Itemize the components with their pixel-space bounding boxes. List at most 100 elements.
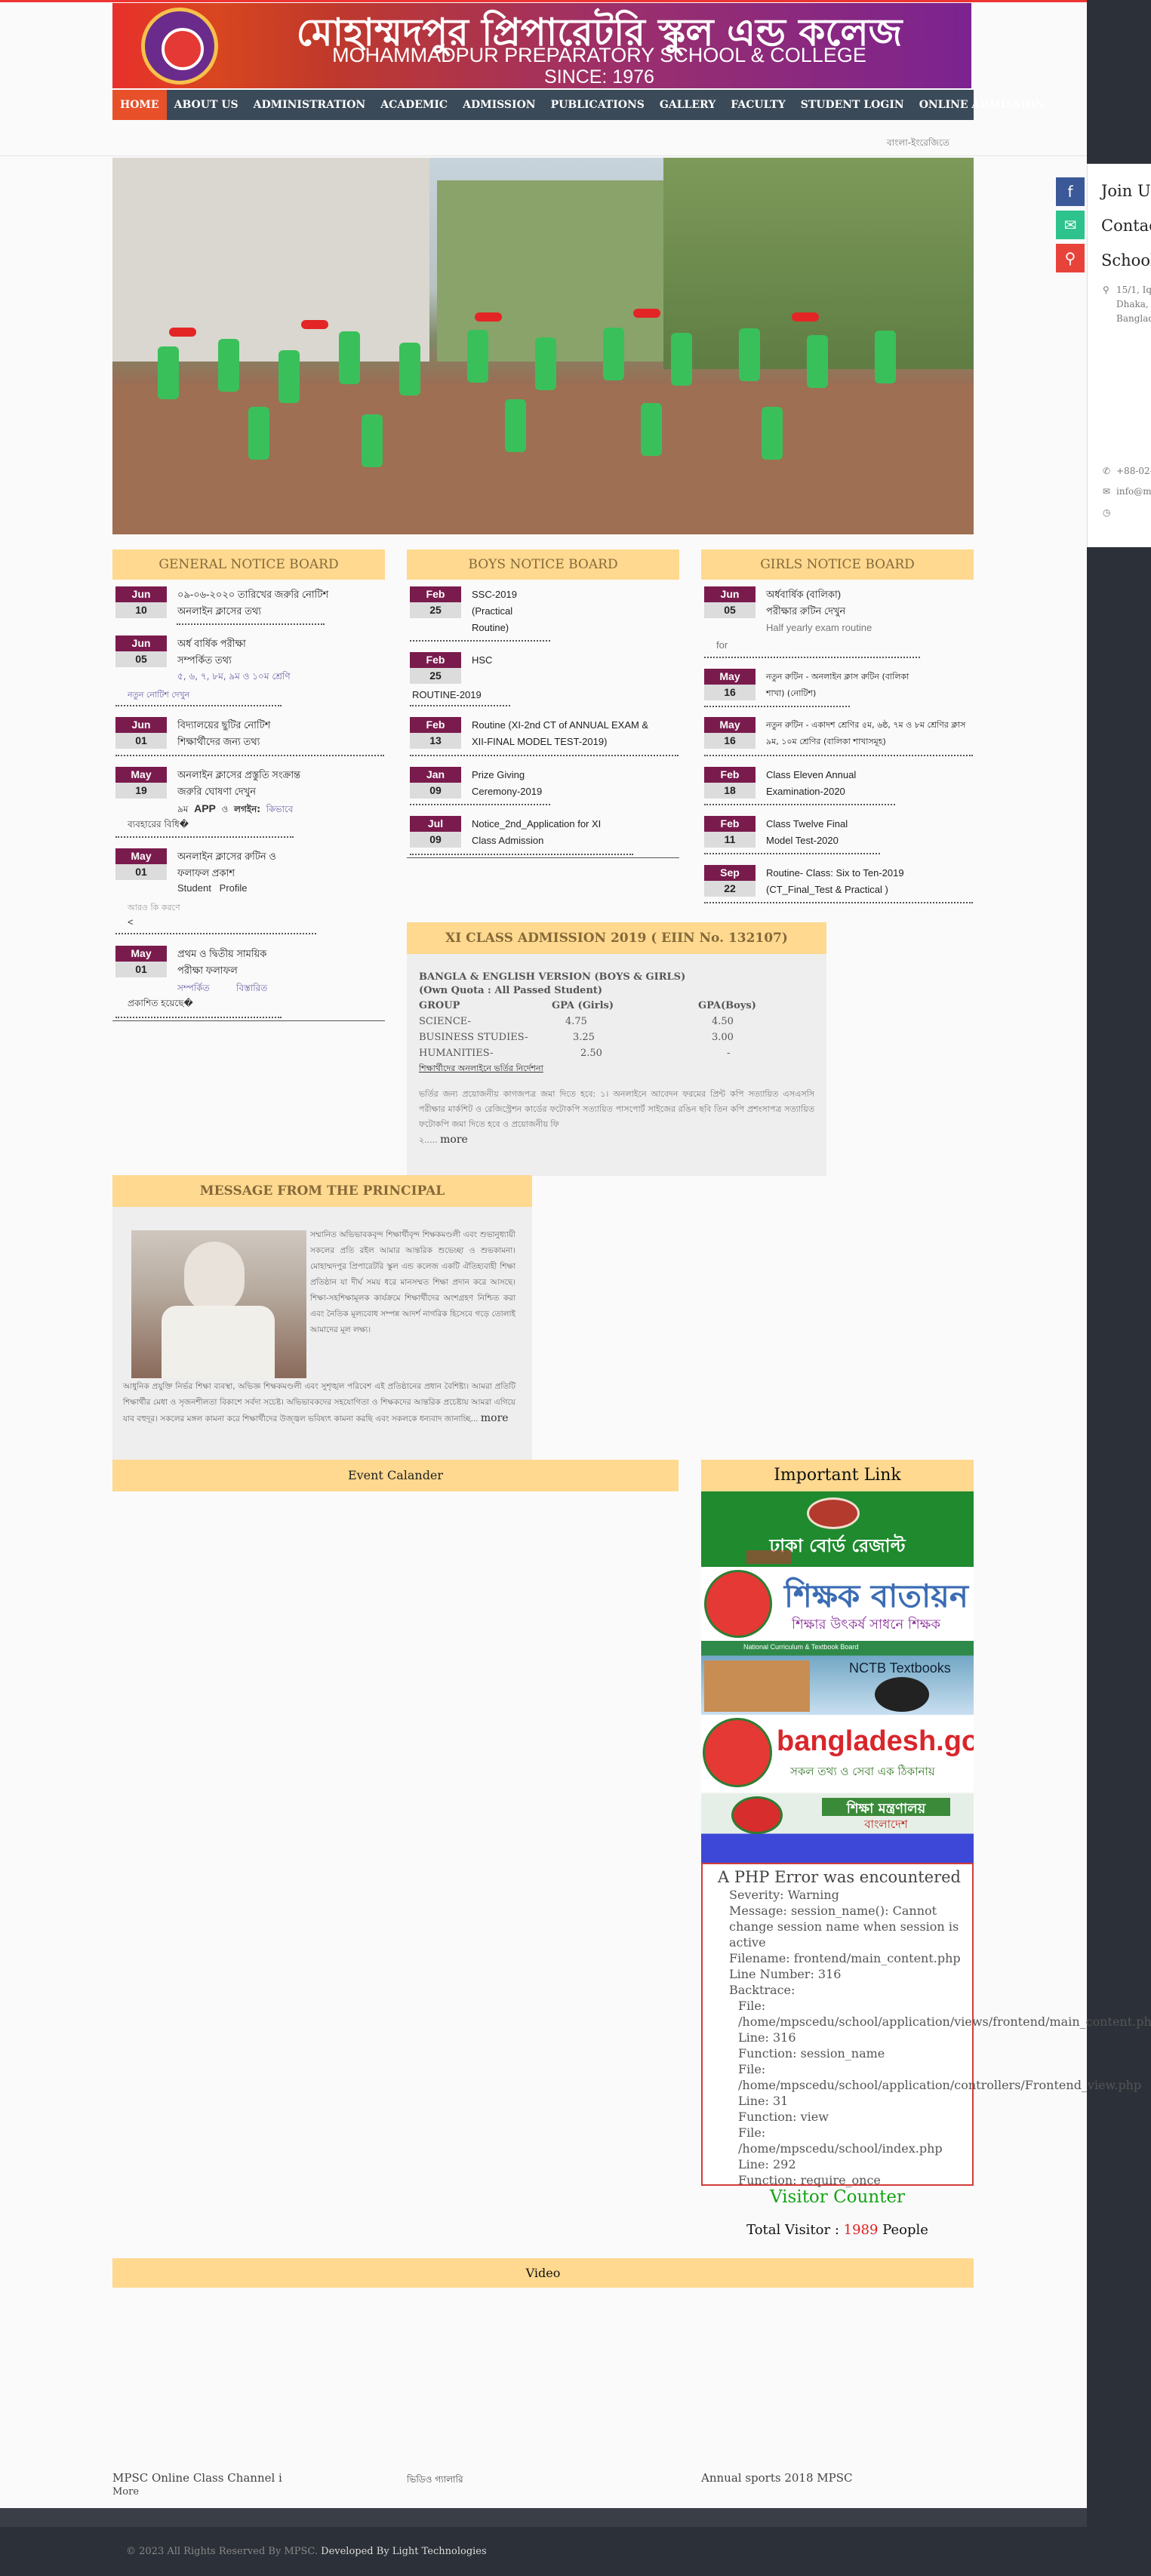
admission-more-link[interactable]: more <box>440 1134 468 1146</box>
nav-admission[interactable]: ADMISSION <box>455 90 543 120</box>
ministry-title: শিক্ষা মন্ত্রণালয় <box>822 1798 950 1817</box>
nav-online-admission[interactable]: ONLINE ADMISSION <box>912 90 1052 120</box>
notice-line: Examination-2020 <box>766 786 845 797</box>
notice-title[interactable]: Routine (XI-2nd CT of ANNUAL EXAM & XII-F… <box>472 717 680 750</box>
hero-dancer <box>248 407 269 460</box>
notice-day: 19 <box>115 783 167 799</box>
video-caption: MPSC Online Class Channel i <box>112 2471 282 2485</box>
notice-line: অর্ধ বার্ষিক পরীক্ষা <box>177 638 246 649</box>
notice-date: Jun 10 <box>115 586 167 618</box>
dhaka-board-link[interactable]: ঢাকা বোর্ড রেজাল্ট <box>701 1491 974 1567</box>
education-ministry-link[interactable]: শিক্ষা মন্ত্রণালয় বাংলাদেশ <box>701 1793 974 1863</box>
bangladesh-gov-link[interactable]: bangladesh.gov.bd সকল তথ্য ও সেবা এক ঠিক… <box>701 1715 974 1792</box>
nav-home[interactable]: HOME <box>112 90 167 120</box>
notice-title[interactable]: অনলাইন ক্লাসের প্রস্তুতি সংক্রান্ত জরুরি … <box>177 767 386 800</box>
gpa-cell: BUSINESS STUDIES- <box>419 1032 528 1043</box>
notice-title[interactable]: বিদ্যালয়ের ছুটির নোটিশ শিক্ষার্থীদের জন্… <box>177 717 386 750</box>
developer-credit[interactable]: Developed By Light Technologies <box>321 2546 487 2557</box>
notice-title[interactable]: নতুন রুটিন - একাদশ শ্রেণির ৫ম, ৬ষ্ঠ, ৭ম … <box>766 717 974 750</box>
notice-day: 01 <box>115 864 167 880</box>
notice-line: ০৯-০৬-২০২০ তারিখের জরুরি নোটিশ <box>177 589 329 600</box>
gpa-cell: 3.00 <box>712 1032 734 1043</box>
notice-month: Feb <box>704 767 756 783</box>
notice-line: Prize Giving <box>472 769 525 780</box>
notice-title[interactable]: ০৯-০৬-২০২০ তারিখের জরুরি নোটিশ অনলাইন ক্ল… <box>177 586 386 620</box>
notice-day: 05 <box>704 602 756 618</box>
notice-title[interactable]: HSC <box>472 652 680 669</box>
video-more-link[interactable]: More <box>112 2485 282 2500</box>
notice-title[interactable]: অনলাইন ক্লাসের রুটিন ও ফলাফল প্রকাশ <box>177 848 386 882</box>
shikkhok-batayon-link[interactable]: শিক্ষক বাতায়ন শিক্ষার উৎকর্ষ সাধনে শিক্… <box>701 1567 974 1641</box>
nav-administration[interactable]: ADMINISTRATION <box>246 90 374 120</box>
envelope-icon[interactable]: ✉ <box>1056 211 1085 239</box>
notice-line: বিদ্যালয়ের ছুটির নোটিশ <box>177 719 271 731</box>
notice-line: Routine (XI-2nd CT of ANNUAL EXAM & <box>472 719 649 731</box>
notice-month: Jun <box>115 586 167 602</box>
location-pin-icon[interactable]: ⚲ <box>1056 244 1085 272</box>
notice-line: পরীক্ষা ফলাফল <box>177 965 238 976</box>
principal-more-link[interactable]: more <box>481 1412 509 1424</box>
annual-sports-caption[interactable]: Annual sports 2018 MPSC <box>701 2471 852 2485</box>
header-banner[interactable]: মোহাম্মদপুর প্রিপারেটরি স্কুল এন্ড কলেজ … <box>112 3 971 88</box>
school-location-label[interactable]: School L <box>1101 251 1151 269</box>
notice-title[interactable]: Prize Giving Ceremony-2019 <box>472 767 680 800</box>
gpa-header: GPA (Girls) <box>552 1000 614 1011</box>
nav-publications[interactable]: PUBLICATIONS <box>543 90 652 120</box>
notice-divider <box>410 804 550 805</box>
books-image <box>704 1660 810 1712</box>
admission-line: BANGLA & ENGLISH VERSION (BOYS & GIRLS) <box>419 971 686 983</box>
notice-title[interactable]: Class Eleven Annual Examination-2020 <box>766 767 974 800</box>
gpa-row: SCIENCE- 4.75 4.50 <box>419 1014 814 1029</box>
error-line: Severity: Warning <box>729 1888 839 1902</box>
admission-link[interactable]: শিক্ষার্থীদের অনলাইনে ভর্তির নির্দেশনা <box>419 1061 814 1076</box>
notice-day: 18 <box>704 783 756 799</box>
notice-day: 16 <box>704 733 756 749</box>
language-link[interactable]: বাংলা-ইংরেজিতে <box>887 137 949 152</box>
notice-title[interactable]: Notice_2nd_Application for XI Class Admis… <box>472 816 680 849</box>
nav-gallery[interactable]: GALLERY <box>652 90 723 120</box>
admission-body: BANGLA & ENGLISH VERSION (BOYS & GIRLS) … <box>407 954 826 1176</box>
notice-title[interactable]: Routine- Class: Six to Ten-2019 (CT_Final… <box>766 865 974 898</box>
main-nav: HOME ABOUT US ADMINISTRATION ACADEMIC AD… <box>112 90 1045 120</box>
notice-line: জরুরি ঘোষণা দেখুন <box>177 786 256 797</box>
email-text[interactable]: info@m <box>1116 485 1151 499</box>
error-line: Message: session_name(): Cannot <box>729 1904 937 1918</box>
notice-month: May <box>115 848 167 864</box>
notice-line: Half yearly exam routine <box>766 622 872 633</box>
video-section-title: Video <box>112 2258 974 2288</box>
principal-face <box>184 1242 245 1313</box>
contact-label[interactable]: Contact <box>1101 217 1151 235</box>
notice-title[interactable]: Class Twelve Final Model Test-2020 <box>766 816 974 849</box>
notice-divider <box>704 657 920 658</box>
board-bottom-line <box>112 1020 385 1021</box>
notice-title[interactable]: অর্ধ বার্ষিক পরীক্ষা সম্পর্কিত তথ্য <box>177 636 386 669</box>
gpa-row: BUSINESS STUDIES- 3.25 3.00 <box>419 1029 814 1045</box>
hero-slider-image[interactable] <box>112 158 974 534</box>
notice-sub: আরও কি করণে <box>128 903 180 913</box>
error-line: Function: require_once <box>738 2173 881 2187</box>
notice-title[interactable]: প্রথম ও দ্বিতীয় সাময়িক পরীক্ষা ফলাফল <box>177 946 386 979</box>
notice-month: May <box>704 669 756 685</box>
notice-line: অনলাইন ক্লাসের তথ্য <box>177 605 262 617</box>
join-us-label[interactable]: Join Us <box>1101 182 1151 200</box>
error-line: /home/mpscedu/school/application/control… <box>738 2078 1142 2092</box>
facebook-icon[interactable]: f <box>1056 177 1085 206</box>
hero-ribbon <box>301 320 328 329</box>
nctb-textbooks-link[interactable]: National Curriculum & Textbook Board NCT… <box>701 1641 974 1715</box>
notice-title[interactable]: অর্ধবার্ষিক (বালিকা) পরীক্ষার রুটিন দেখুন… <box>766 586 974 636</box>
notice-date: Sep 22 <box>704 865 756 897</box>
shikkhok-subtitle: শিক্ষার উৎকর্ষ সাধনে শিক্ষক <box>792 1617 940 1633</box>
address-line: Banglad <box>1116 313 1151 324</box>
notice-title[interactable]: SSC-2019 (Practical Routine) <box>472 586 680 636</box>
nav-academic[interactable]: ACADEMIC <box>373 90 455 120</box>
notice-title[interactable]: নতুন রুটিন - অনলাইন ক্লাস রুটিন (বালিকা শ… <box>766 669 974 702</box>
nav-faculty[interactable]: FACULTY <box>723 90 792 120</box>
notice-date: May 16 <box>704 717 756 749</box>
notice-date: Feb 18 <box>704 767 756 799</box>
notice-line: XII-FINAL MODEL TEST-2019) <box>472 736 608 747</box>
video-channel-link[interactable]: MPSC Online Class Channel i More <box>112 2471 282 2500</box>
nav-about-us[interactable]: ABOUT US <box>167 90 246 120</box>
video-gallery-caption[interactable]: ভিডিও গ্যালারি <box>407 2473 463 2488</box>
nav-student-login[interactable]: STUDENT LOGIN <box>793 90 912 120</box>
gpa-header: GROUP <box>419 1000 460 1011</box>
